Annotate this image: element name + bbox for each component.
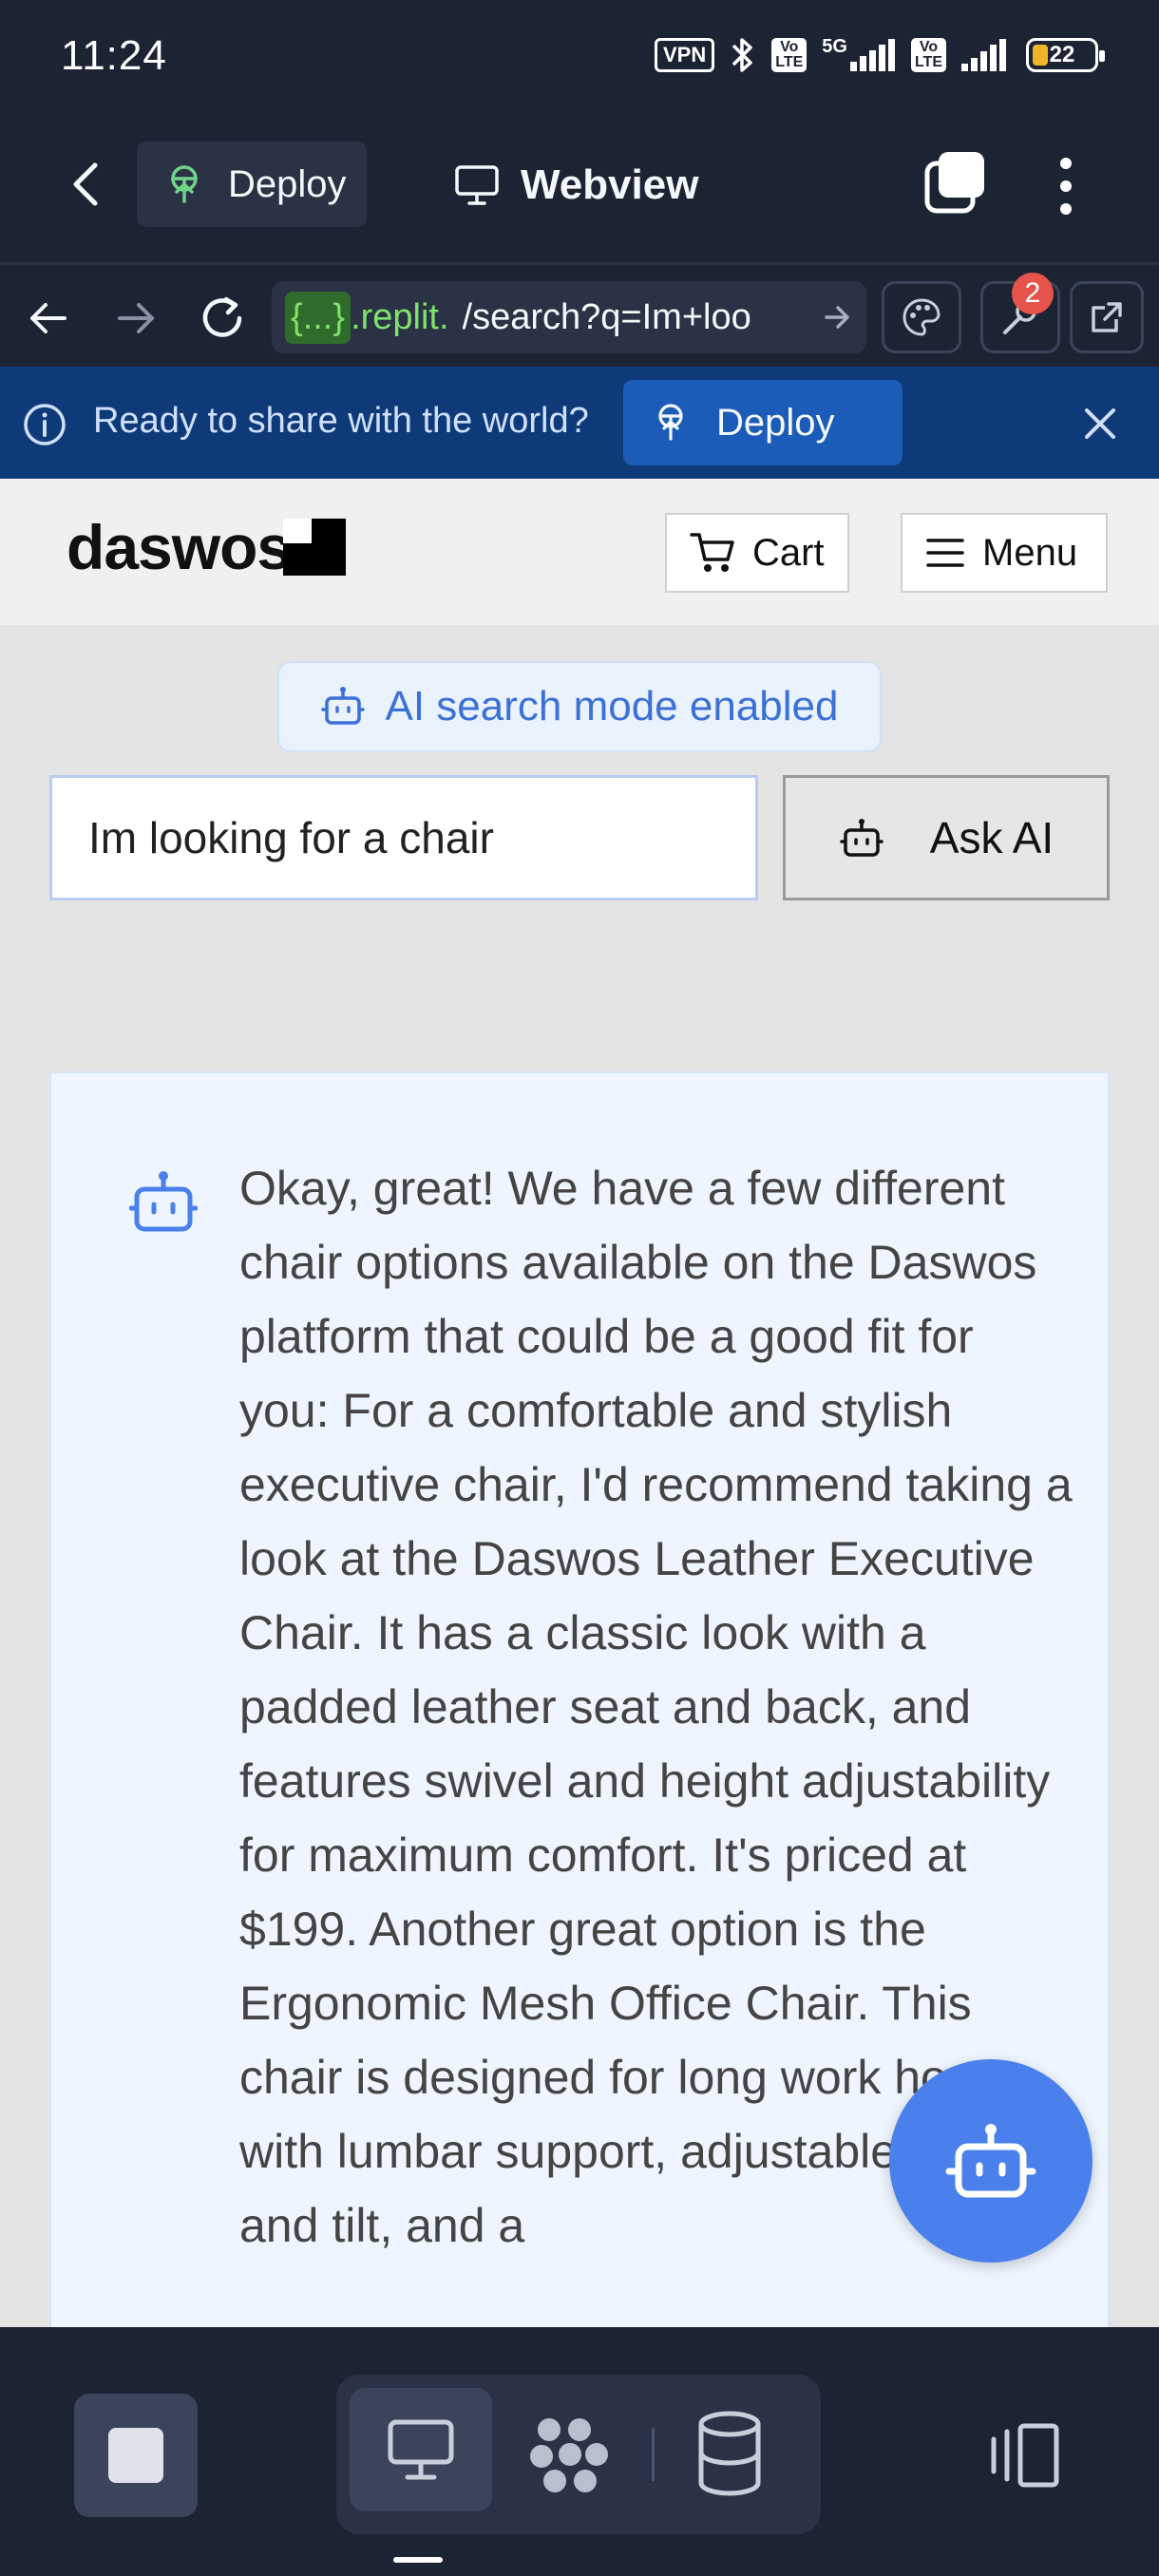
cart-icon [690, 531, 735, 575]
arrow-left-icon[interactable] [27, 297, 70, 339]
vpn-icon: VPN [655, 38, 715, 72]
kebab-icon[interactable] [1049, 156, 1083, 217]
external-link-icon [1088, 298, 1126, 336]
robot-icon [839, 815, 884, 861]
signal-icon [961, 39, 1011, 71]
notification-badge: 2 [1012, 273, 1054, 314]
workspace-button[interactable] [521, 2407, 616, 2502]
webview-view-button[interactable] [350, 2388, 492, 2511]
bluetooth-icon [730, 34, 756, 76]
site-header: daswos Cart Menu [0, 479, 1159, 625]
robot-icon [320, 685, 365, 729]
url-field[interactable]: {...} .replit. /search?q=Im+loo [272, 281, 866, 353]
ask-ai-label: Ask AI [929, 813, 1054, 862]
app-bar: Deploy Webview [0, 114, 1159, 262]
cart-button[interactable]: Cart [665, 513, 849, 593]
volte-icon: Vo LTE [771, 38, 808, 72]
status-bar: 11:24 VPN Vo LTE 5G Vo LTE 22 [0, 0, 1159, 114]
banner-text: Ready to share with the world? [93, 401, 589, 441]
open-external-button[interactable] [1070, 281, 1144, 353]
database-button[interactable] [695, 2411, 764, 2498]
menu-label: Menu [982, 531, 1078, 574]
monitor-icon [454, 164, 500, 206]
site-logo[interactable]: daswos [66, 511, 347, 583]
divider [652, 2428, 655, 2481]
chevron-left-icon[interactable] [63, 156, 110, 213]
battery-icon: 22 [1026, 38, 1105, 72]
logo-mark [283, 519, 347, 576]
database-icon [695, 2411, 764, 2498]
robot-icon [945, 2120, 1036, 2202]
rocket-icon [165, 163, 203, 205]
arrow-right-icon[interactable] [114, 297, 158, 339]
home-indicator [393, 2557, 443, 2563]
logo-text: daswos [66, 512, 292, 582]
webview-tab[interactable]: Webview [454, 142, 698, 228]
ask-ai-button[interactable]: Ask AI [783, 775, 1110, 900]
webpage: daswos Cart Menu AI search mode enabled … [0, 479, 1159, 2327]
stop-icon [108, 2428, 163, 2483]
deploy-banner: Ready to share with the world? Deploy [0, 367, 1159, 479]
rocket-icon [654, 403, 688, 443]
stop-button[interactable] [74, 2394, 198, 2517]
search-input[interactable] [49, 775, 758, 900]
banner-deploy-label: Deploy [716, 401, 835, 444]
panels-icon [986, 2422, 1060, 2489]
reload-icon[interactable] [198, 294, 247, 343]
ai-chat-fab[interactable] [889, 2059, 1092, 2263]
cart-label: Cart [752, 531, 825, 574]
status-time: 11:24 [61, 32, 167, 79]
info-icon [23, 403, 66, 446]
close-icon[interactable] [1079, 403, 1121, 445]
palette-button[interactable] [882, 281, 961, 353]
url-host: {...} [285, 291, 352, 344]
view-switcher [336, 2375, 821, 2534]
browser-bar: {...} .replit. /search?q=Im+loo 2 [0, 262, 1159, 367]
signal-5g-icon: 5G [822, 37, 896, 71]
banner-deploy-button[interactable]: Deploy [623, 380, 902, 465]
status-icons: VPN Vo LTE 5G Vo LTE 22 [655, 34, 1105, 76]
tabs-icon[interactable] [923, 150, 986, 215]
palette-icon [901, 296, 942, 338]
go-arrow-icon[interactable] [823, 303, 851, 331]
ide-bottom-bar [0, 2327, 1159, 2576]
deploy-label: Deploy [228, 162, 347, 205]
url-path: /search?q=Im+loo [462, 296, 751, 337]
ai-mode-label: AI search mode enabled [385, 683, 839, 729]
monitor-icon [387, 2418, 455, 2481]
menu-button[interactable]: Menu [901, 513, 1108, 593]
panels-button[interactable] [986, 2422, 1060, 2489]
volte-icon-2: Vo LTE [910, 38, 946, 72]
battery-level: 22 [1049, 42, 1075, 67]
webview-title: Webview [521, 161, 699, 208]
workspace-icon [521, 2407, 616, 2502]
robot-icon [129, 1168, 198, 1235]
hamburger-icon [925, 536, 965, 570]
deploy-button[interactable]: Deploy [137, 142, 367, 227]
ai-mode-indicator[interactable]: AI search mode enabled [277, 661, 882, 752]
url-host-rest: .replit. [351, 296, 449, 337]
devtools-button[interactable]: 2 [980, 273, 1060, 353]
